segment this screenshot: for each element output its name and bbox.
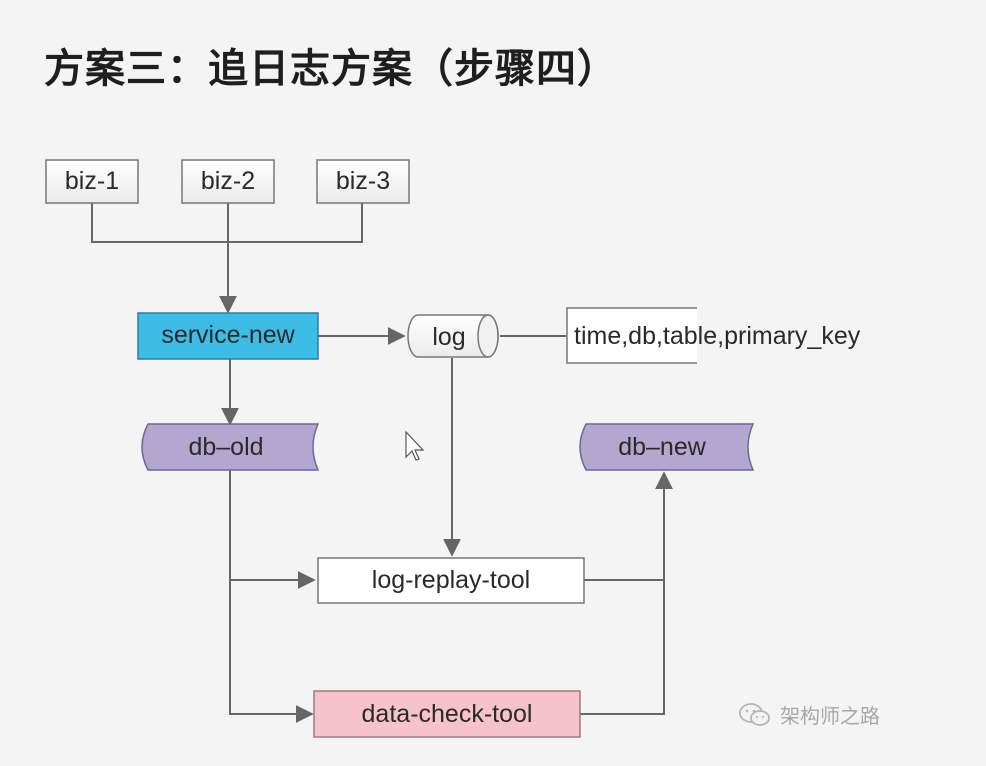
node-log-replay-tool: log-replay-tool — [317, 557, 585, 604]
edge-biz1-merge — [91, 203, 228, 243]
node-log-fields: time,db,table,primary_key — [566, 307, 861, 364]
node-data-check-tool: data-check-tool — [313, 690, 581, 738]
watermark-text: 架构师之路 — [780, 704, 880, 728]
node-db-new-label: db–new — [618, 433, 707, 461]
node-log-fields-label: time,db,table,primary_key — [574, 322, 861, 350]
node-db-old-label: db–old — [188, 433, 263, 461]
watermark: 架构师之路 — [738, 700, 880, 729]
node-db-new: db–new — [579, 423, 755, 471]
architecture-diagram: biz-1 biz-2 biz-3 service-new log time,d… — [45, 159, 861, 738]
node-log-label: log — [432, 323, 465, 351]
node-biz-1: biz-1 — [45, 159, 139, 204]
node-service-new-label: service-new — [161, 321, 295, 349]
node-biz-1-label: biz-1 — [65, 167, 119, 195]
node-biz-2-label: biz-2 — [201, 167, 255, 195]
node-biz-3: biz-3 — [316, 159, 410, 204]
edge-log-replay-tool-to-db-new — [584, 471, 673, 581]
edge-data-check-tool-to-db-new — [580, 580, 665, 715]
cursor-icon — [405, 430, 425, 461]
node-log: log — [407, 314, 499, 358]
node-biz-3-label: biz-3 — [336, 167, 390, 195]
node-service-new: service-new — [137, 312, 319, 360]
wechat-icon — [739, 702, 770, 726]
edge-db-old-to-data-check-tool — [229, 580, 314, 723]
node-log-replay-tool-label: log-replay-tool — [372, 566, 530, 594]
node-biz-2: biz-2 — [181, 159, 275, 204]
node-db-old: db–old — [141, 423, 320, 471]
node-data-check-tool-label: data-check-tool — [362, 700, 533, 728]
edge-db-old-to-log-replay-tool — [229, 470, 316, 589]
edge-biz3-merge — [228, 203, 363, 243]
